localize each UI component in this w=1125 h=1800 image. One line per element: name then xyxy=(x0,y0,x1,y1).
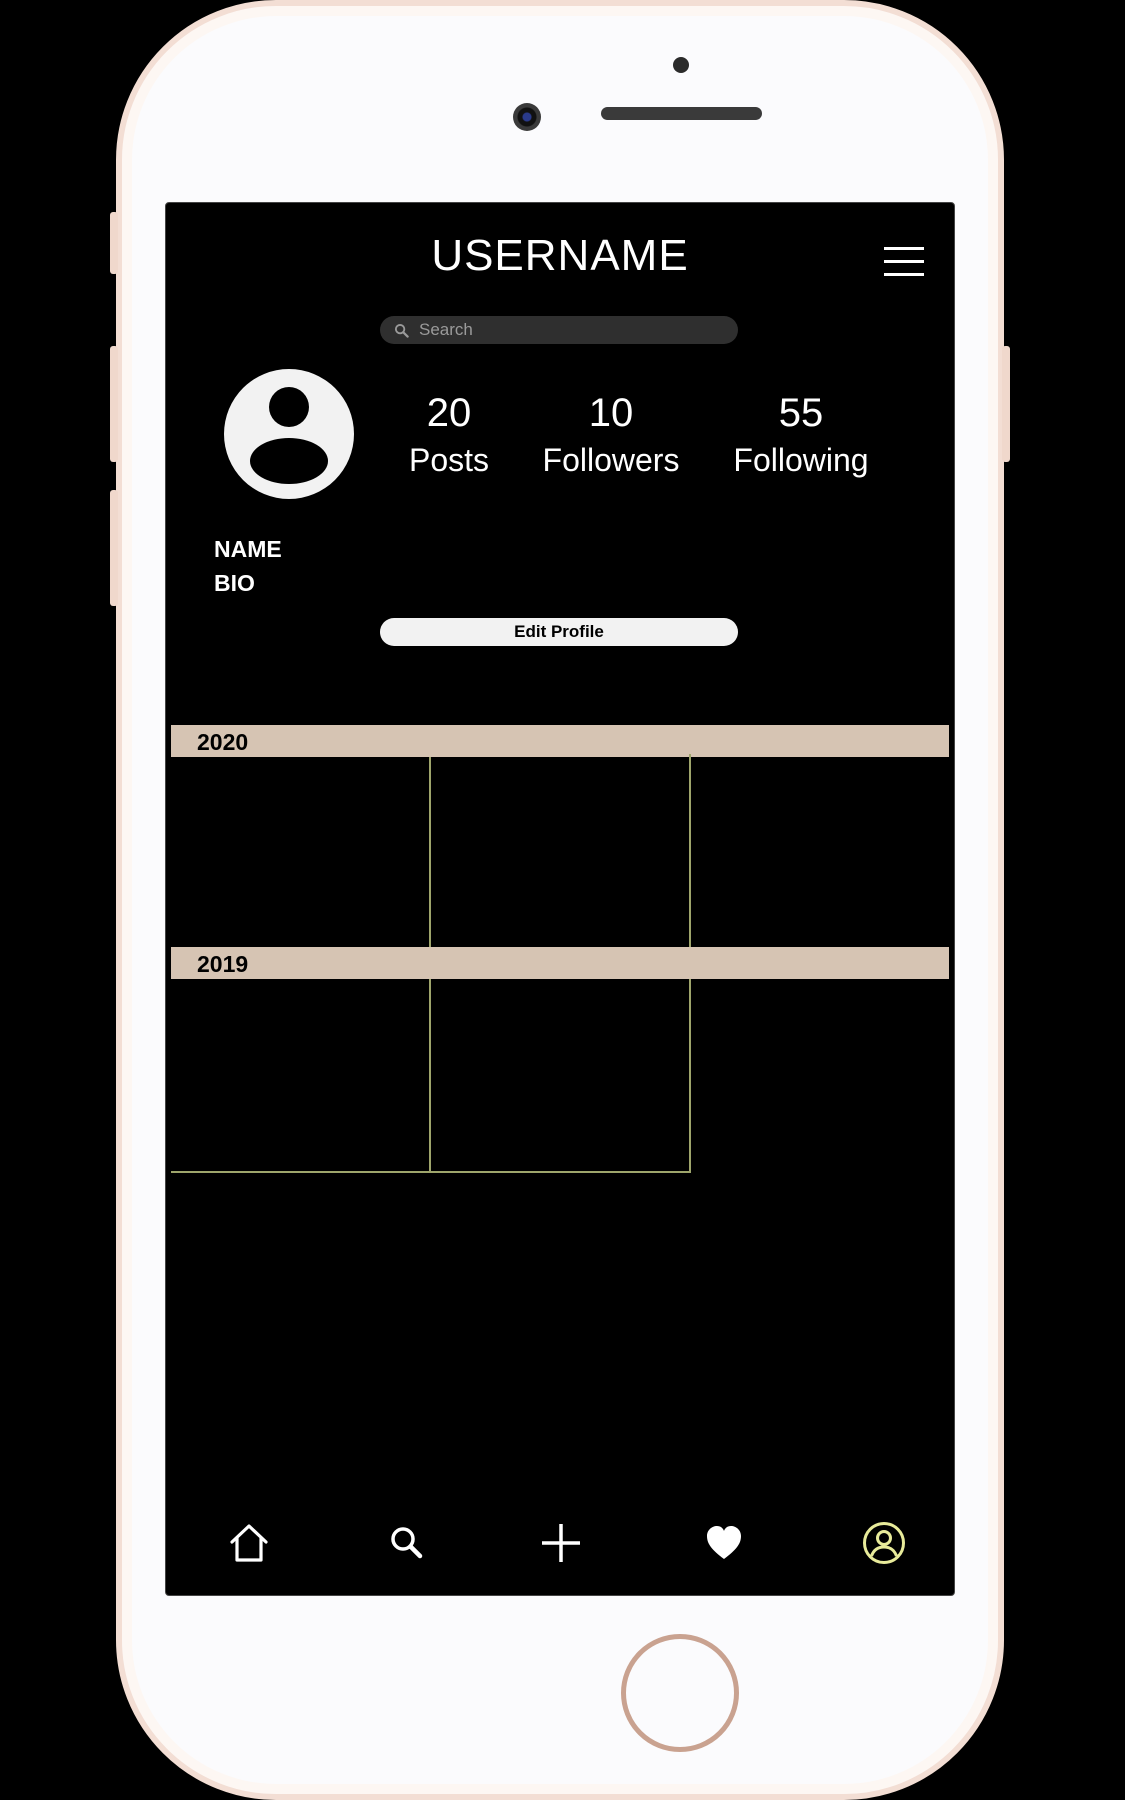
followers-stat[interactable]: 10 Followers xyxy=(536,391,686,485)
add-icon xyxy=(542,1524,580,1562)
nav-add[interactable] xyxy=(533,1515,589,1571)
heart-icon xyxy=(707,1526,741,1559)
nav-activity[interactable] xyxy=(696,1515,752,1571)
grid-divider xyxy=(171,1171,691,1173)
posts-stat[interactable]: 20 Posts xyxy=(384,391,514,485)
grid-divider xyxy=(689,979,691,1173)
power-button xyxy=(1002,346,1010,462)
bottom-nav xyxy=(166,1515,954,1571)
following-count: 55 xyxy=(778,391,824,435)
earpiece-speaker xyxy=(601,107,762,120)
page-title: USERNAME xyxy=(431,231,689,280)
mute-switch xyxy=(110,212,118,274)
post-thumbnail[interactable] xyxy=(171,757,429,947)
posts-label: Posts xyxy=(408,442,490,478)
followers-count: 10 xyxy=(588,391,634,435)
nav-home[interactable] xyxy=(221,1515,277,1571)
year-header-2020: 2020 xyxy=(171,725,949,757)
profile-icon xyxy=(863,1522,905,1564)
year-header-2019: 2019 xyxy=(171,947,949,979)
profile-name: NAME xyxy=(214,536,282,562)
proximity-sensor xyxy=(673,57,689,73)
volume-down-button xyxy=(110,490,118,606)
front-camera xyxy=(513,103,541,131)
app-screen: USERNAME 20 Posts 10 Followers 55 Follow… xyxy=(165,202,955,1596)
following-stat[interactable]: 55 Following xyxy=(721,391,881,485)
profile-bio: BIO xyxy=(214,570,255,596)
following-label: Following xyxy=(733,442,869,478)
post-thumbnail[interactable] xyxy=(691,757,949,947)
post-thumbnail[interactable] xyxy=(431,979,689,1171)
search-input[interactable] xyxy=(417,319,721,341)
search-icon xyxy=(391,1527,423,1559)
search-icon xyxy=(394,323,409,338)
search-bar[interactable] xyxy=(380,316,738,344)
hamburger-menu-icon[interactable] xyxy=(884,247,924,277)
nav-search[interactable] xyxy=(379,1515,435,1571)
posts-count: 20 xyxy=(426,391,472,435)
home-icon xyxy=(230,1524,268,1562)
edit-profile-button[interactable]: Edit Profile xyxy=(380,618,738,646)
volume-up-button xyxy=(110,346,118,462)
followers-label: Followers xyxy=(542,442,680,478)
person-icon xyxy=(250,387,328,484)
post-thumbnail[interactable] xyxy=(171,979,429,1171)
nav-profile[interactable] xyxy=(856,1515,912,1571)
home-button[interactable] xyxy=(621,1634,739,1752)
post-thumbnail[interactable] xyxy=(431,757,689,947)
avatar[interactable] xyxy=(224,369,354,499)
